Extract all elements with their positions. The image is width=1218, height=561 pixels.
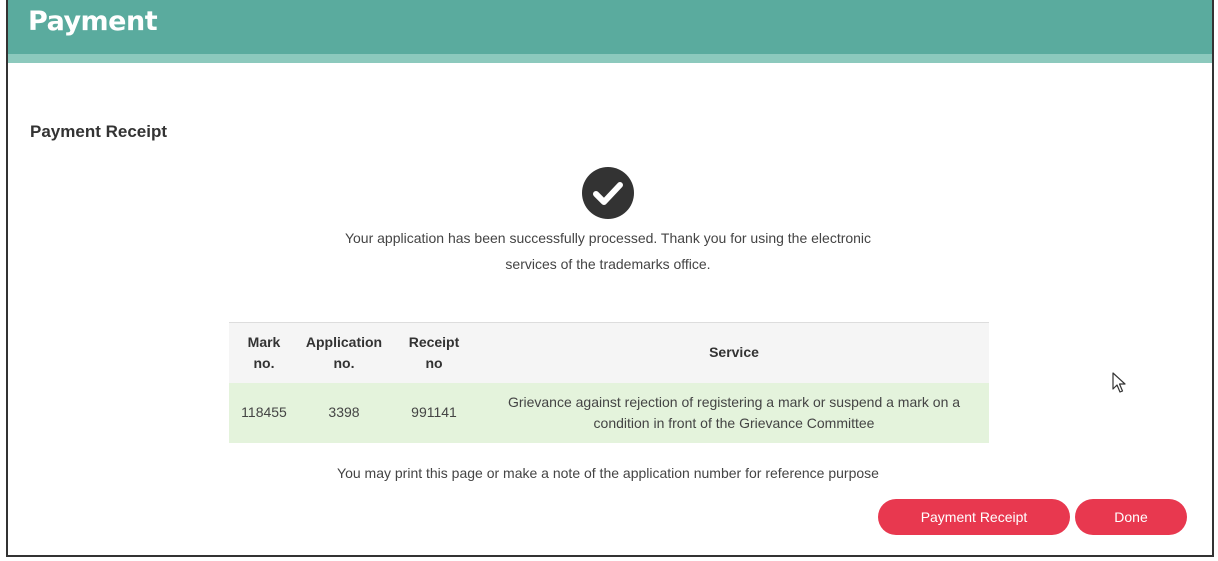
- mouse-pointer-icon: [1112, 372, 1126, 393]
- check-circle-icon: [582, 167, 634, 219]
- success-message-line: services of the trademarks office.: [505, 256, 711, 272]
- header-application-no: Application no.: [299, 322, 389, 383]
- cell-application-no: 3398: [328, 404, 360, 420]
- print-note: You may print this page or make a note o…: [337, 465, 879, 481]
- page-header: Payment: [8, 0, 1212, 54]
- done-button[interactable]: Done: [1075, 499, 1187, 535]
- cell-receipt-no: 991141: [411, 404, 457, 420]
- table-header-row: Mark no. Application no. Receipt no Serv…: [229, 322, 989, 383]
- header-mark-no: Mark no.: [229, 322, 299, 383]
- receipt-table: Mark no. Application no. Receipt no Serv…: [229, 322, 989, 443]
- success-message-line: Your application has been successfully p…: [344, 230, 872, 246]
- table-row: 118455 3398 991141 Grievance against rej…: [229, 382, 989, 443]
- success-message: Your application has been successfully p…: [300, 225, 916, 277]
- header-accent-strip: [8, 54, 1212, 63]
- section-title: Payment Receipt: [30, 122, 167, 141]
- header-service: Service: [479, 322, 989, 383]
- header-receipt-no: Receipt no: [389, 322, 479, 383]
- cell-service: Grievance against rejection of registeri…: [507, 393, 961, 431]
- payment-receipt-button[interactable]: Payment Receipt: [878, 499, 1070, 535]
- cell-mark-no: 118455: [241, 404, 287, 420]
- page-title: Payment: [28, 6, 158, 37]
